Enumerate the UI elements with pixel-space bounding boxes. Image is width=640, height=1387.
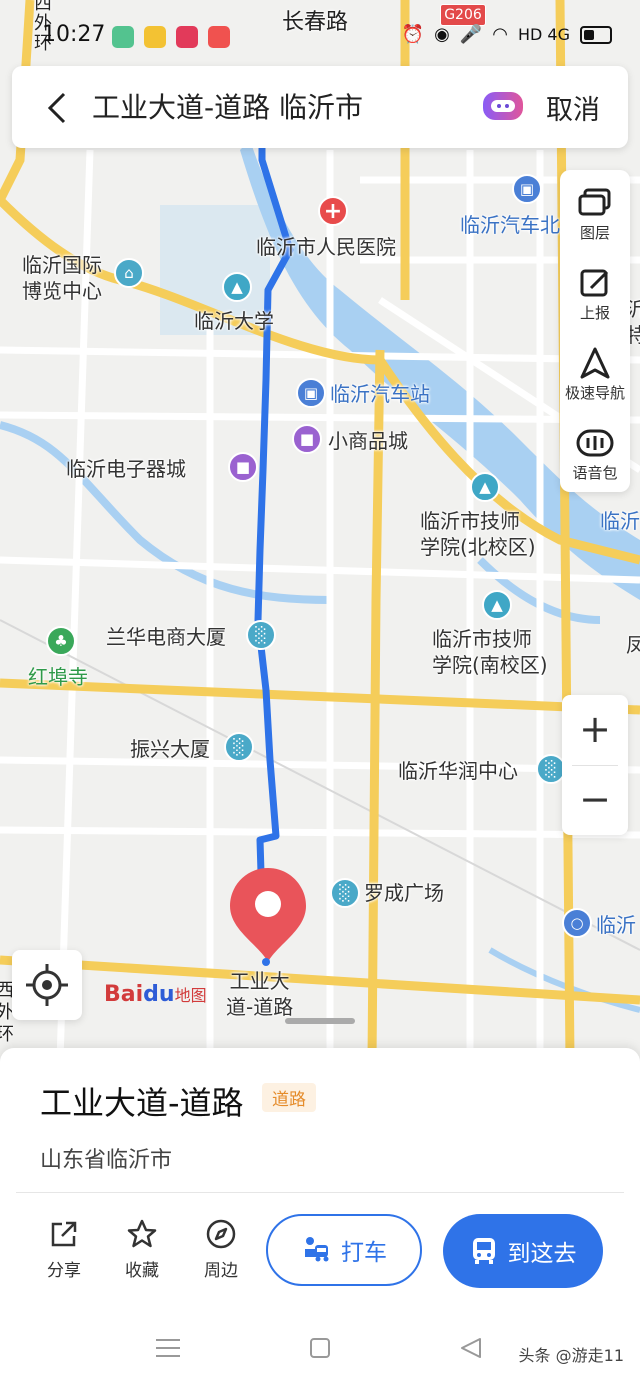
taxi-label: 打车 — [341, 1240, 387, 1266]
pin-label: 工业大 道-道路 — [226, 969, 294, 1019]
report-icon — [580, 269, 609, 297]
destination-pin-icon[interactable] — [228, 866, 308, 970]
status-icons: ⏰ ◉ 🎤 ◠ HD 4G — [402, 24, 612, 45]
compass-icon — [206, 1219, 236, 1249]
poi-university[interactable]: 临沂大学 — [194, 308, 274, 334]
menu-icon[interactable] — [154, 1336, 182, 1360]
favorite-button[interactable]: 收藏 — [112, 1218, 172, 1281]
place-title: 工业大道-道路 — [40, 1084, 244, 1122]
layers-icon — [578, 188, 611, 216]
poi-electronics[interactable]: 临沂电子器城 — [66, 456, 186, 482]
search-bar[interactable]: 工业大道-道路 临沂市 取消 — [12, 66, 628, 148]
poi-small-mall[interactable]: 小商品城 — [328, 428, 408, 454]
navigation-icon — [580, 347, 610, 379]
layers-label: 图层 — [579, 224, 610, 242]
tech-south-icon[interactable]: ▲ — [482, 590, 512, 620]
fast-navigation-button[interactable]: 极速导航 — [560, 334, 630, 414]
poi-bus-north[interactable]: 临沂汽车北 — [460, 212, 560, 238]
favorite-label: 收藏 — [125, 1261, 159, 1281]
poi-tech-north[interactable]: 临沂市技师 学院(北校区) — [420, 508, 536, 560]
zoom-out-button[interactable]: − — [562, 765, 628, 835]
report-button[interactable]: 上报 — [560, 254, 630, 334]
university-icon[interactable]: ▲ — [222, 272, 252, 302]
zoom-controls: + − — [562, 695, 628, 835]
poi-edge-right4[interactable]: 临沂 — [596, 912, 636, 938]
status-bar: 10:27 ⏰ ◉ 🎤 ◠ HD 4G — [0, 0, 640, 60]
back-triangle-icon[interactable] — [458, 1336, 484, 1360]
alarm-icon: ⏰ — [401, 24, 425, 45]
luocheng-icon[interactable]: ░ — [330, 878, 360, 908]
nearby-button[interactable]: 周边 — [191, 1218, 251, 1281]
metro-icon[interactable]: ○ — [562, 908, 592, 938]
status-time: 10:27 — [42, 22, 106, 47]
poi-bus-station[interactable]: 临沂汽车站 — [330, 381, 430, 407]
share-label: 分享 — [47, 1261, 81, 1281]
poi-edge-right2[interactable]: 临沂 — [600, 508, 640, 534]
watermark: 头条 @游走11 — [518, 1346, 624, 1365]
mic-icon: 🎤 — [459, 24, 483, 45]
app-notification-icon — [208, 26, 230, 48]
bus-icon — [472, 1238, 495, 1264]
locate-icon — [26, 964, 68, 1006]
status-app-icons — [112, 26, 230, 48]
map-canvas — [0, 0, 640, 1060]
place-detail-sheet: 工业大道-道路 道路 山东省临沂市 分享 收藏 周边 打车 到这去 — [0, 1048, 640, 1308]
back-arrow-icon[interactable] — [42, 88, 74, 128]
poi-expo[interactable]: 临沂国际 博览中心 — [22, 252, 102, 304]
poi-huarun[interactable]: 临沂华润中心 — [398, 758, 518, 784]
nearby-label: 周边 — [204, 1261, 238, 1281]
map-view[interactable]: 长春路 G206 西 外 环 西 外 环 + 临沂市人民医院 ▣ 临沂汽车北 ⌂… — [0, 0, 640, 1060]
zhenxing-icon[interactable]: ░ — [224, 732, 254, 762]
share-icon — [51, 1221, 77, 1247]
electronics-icon[interactable]: ■ — [228, 452, 258, 482]
poi-edge-right3[interactable]: 凤 — [626, 632, 640, 658]
go-here-button[interactable]: 到这去 — [443, 1214, 603, 1288]
cancel-button[interactable]: 取消 — [546, 88, 600, 127]
go-here-label: 到这去 — [507, 1241, 577, 1267]
share-button[interactable]: 分享 — [34, 1218, 94, 1281]
poi-zhenxing[interactable]: 振兴大厦 — [130, 736, 210, 762]
poi-lanhua[interactable]: 兰华电商大厦 — [106, 624, 226, 650]
voice-assistant-icon[interactable] — [480, 88, 526, 124]
voice-pack-button[interactable]: 语音包 — [560, 414, 630, 494]
system-navigation-bar: 头条 @游走11 — [0, 1308, 640, 1387]
battery-icon — [580, 25, 612, 44]
network-label: HD 4G — [517, 25, 570, 44]
tech-north-icon[interactable]: ▲ — [470, 472, 500, 502]
map-tools-panel: 图层 上报 极速导航 语音包 — [560, 170, 630, 492]
fast-navigation-label: 极速导航 — [564, 384, 625, 402]
location-icon: ◉ — [434, 24, 450, 45]
bus-north-icon[interactable]: ▣ — [512, 174, 542, 204]
sheet-divider — [16, 1192, 624, 1193]
baidu-logo: Baidu地图 — [104, 982, 207, 1007]
poi-hongfu[interactable]: 红埠寺 — [28, 664, 88, 690]
poi-luocheng[interactable]: 罗成广场 — [364, 880, 444, 906]
place-type-badge: 道路 — [262, 1083, 316, 1112]
star-icon — [127, 1219, 157, 1248]
bus-station-icon[interactable]: ▣ — [296, 378, 326, 408]
app-notification-icon — [112, 26, 134, 48]
hospital-icon[interactable]: + — [318, 196, 348, 226]
search-title[interactable]: 工业大道-道路 临沂市 — [92, 86, 363, 126]
temple-icon[interactable]: ♣ — [46, 626, 76, 656]
app-notification-icon — [176, 26, 198, 48]
place-address: 山东省临沂市 — [40, 1148, 173, 1173]
home-icon[interactable] — [308, 1336, 332, 1360]
poi-hospital[interactable]: 临沂市人民医院 — [256, 234, 396, 260]
voice-pack-icon — [576, 429, 614, 457]
poi-tech-south[interactable]: 临沂市技师 学院(南校区) — [432, 626, 548, 678]
zoom-in-button[interactable]: + — [562, 695, 628, 765]
locate-button[interactable] — [12, 950, 82, 1020]
shopping-icon[interactable]: ■ — [292, 424, 322, 454]
lanhua-icon[interactable]: ░ — [246, 620, 276, 650]
sheet-drag-handle[interactable] — [285, 1018, 355, 1024]
taxi-icon — [305, 1237, 329, 1262]
wifi-icon: ◠ — [492, 24, 508, 45]
expo-icon[interactable]: ⌂ — [114, 258, 144, 288]
taxi-button[interactable]: 打车 — [266, 1214, 422, 1286]
layers-button[interactable]: 图层 — [560, 174, 630, 254]
app-notification-icon — [144, 26, 166, 48]
report-label: 上报 — [579, 304, 610, 322]
voice-pack-label: 语音包 — [572, 464, 618, 482]
